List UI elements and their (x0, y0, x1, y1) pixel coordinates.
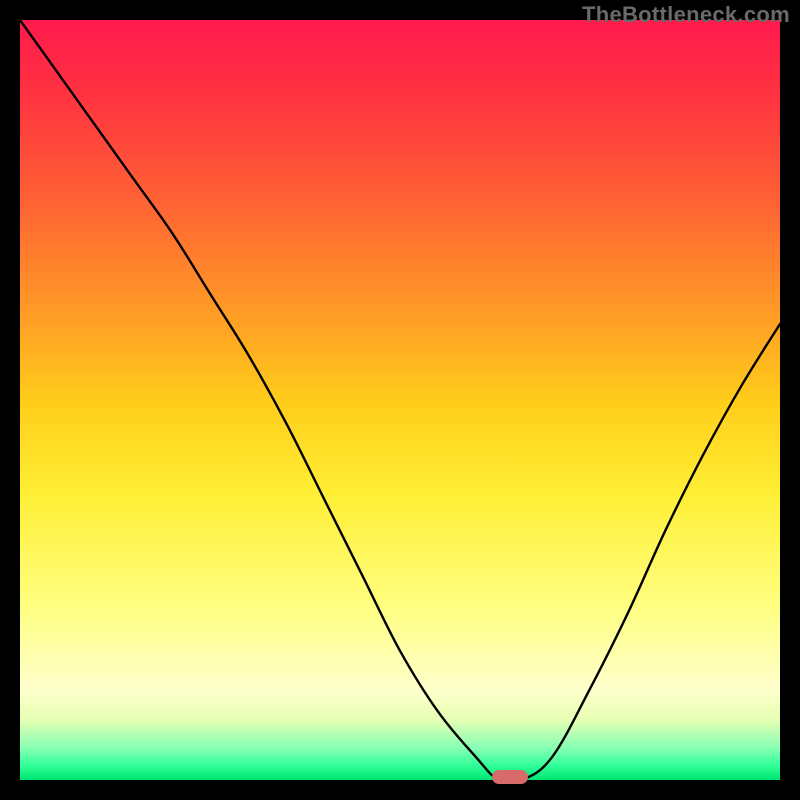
chart-plot-area (20, 20, 780, 780)
chart-frame: TheBottleneck.com (0, 0, 800, 800)
bottleneck-curve (20, 20, 780, 780)
curve-path (20, 20, 780, 780)
watermark-text: TheBottleneck.com (582, 2, 790, 28)
optimal-marker (492, 770, 528, 784)
